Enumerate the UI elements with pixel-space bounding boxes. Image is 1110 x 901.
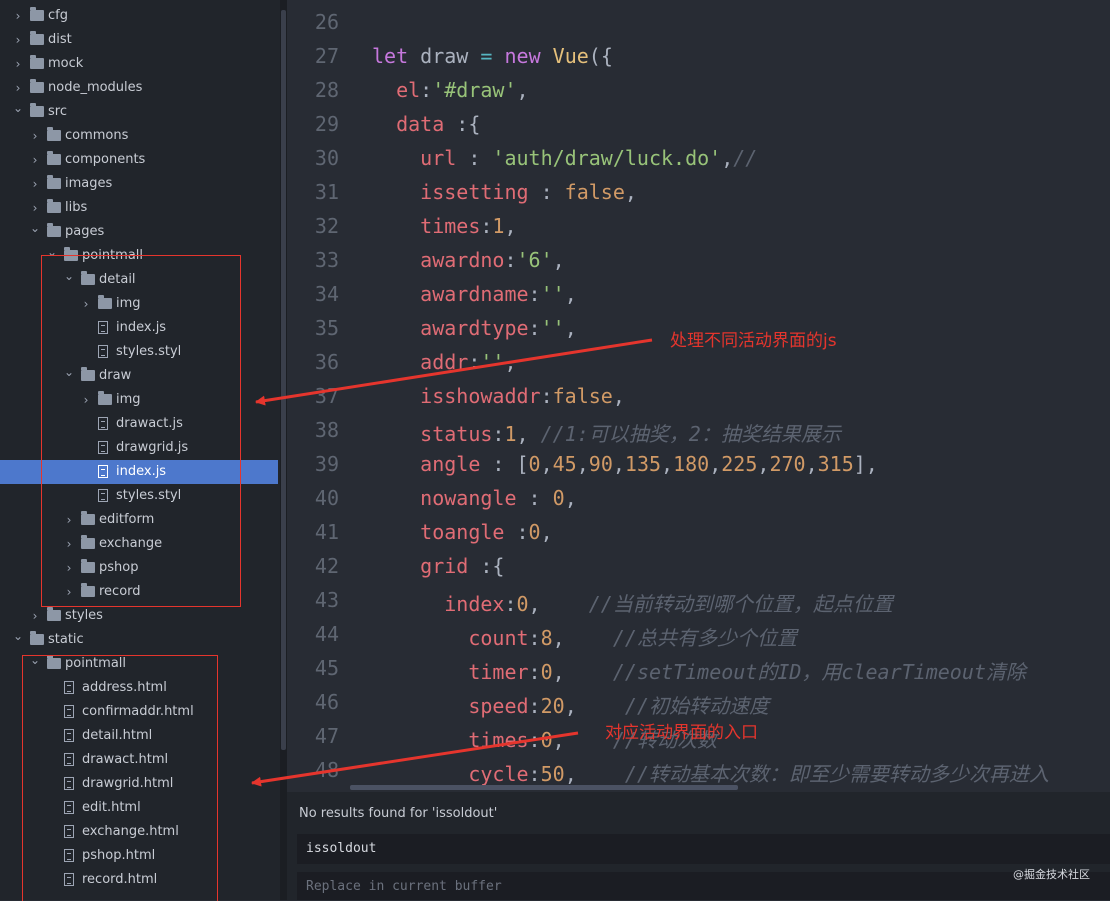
annotation-pages-js: 处理不同活动界面的js xyxy=(670,331,837,351)
annotation-arrows xyxy=(251,338,653,787)
arrow-to-pages xyxy=(255,338,653,406)
annotation-static-entry: 对应活动界面的入口 xyxy=(605,723,758,743)
arrow-to-static xyxy=(251,731,579,787)
watermark: @掘金技术社区 xyxy=(1013,868,1090,881)
